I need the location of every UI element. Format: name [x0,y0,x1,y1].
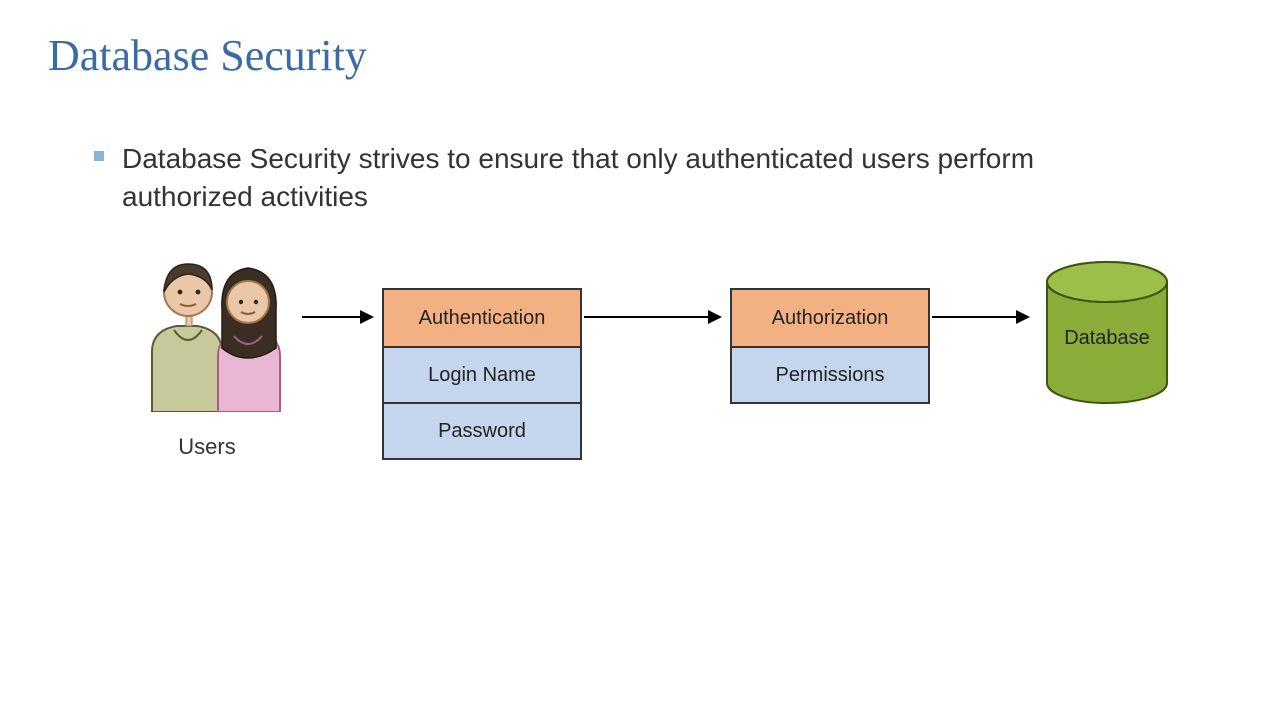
users-icon [122,252,292,412]
arrow-icon [302,316,372,318]
bullet-item: Database Security strives to ensure that… [94,140,1160,216]
users-node: Users [112,252,302,460]
security-flow-diagram: Users Authentication Login Name Password… [112,252,1192,592]
users-label: Users [112,434,302,460]
slide-title: Database Security [48,30,367,81]
auth-row-login: Login Name [384,346,580,402]
arrow-icon [932,316,1028,318]
authz-row-permissions: Permissions [732,346,928,402]
bullet-text: Database Security strives to ensure that… [122,140,1160,216]
authorization-header: Authorization [732,290,928,346]
database-label: Database [1042,327,1172,350]
arrow-icon [584,316,720,318]
auth-row-password: Password [384,402,580,458]
authentication-box: Authentication Login Name Password [382,288,582,460]
bullet-marker-icon [94,151,104,161]
authentication-header: Authentication [384,290,580,346]
authorization-box: Authorization Permissions [730,288,930,404]
